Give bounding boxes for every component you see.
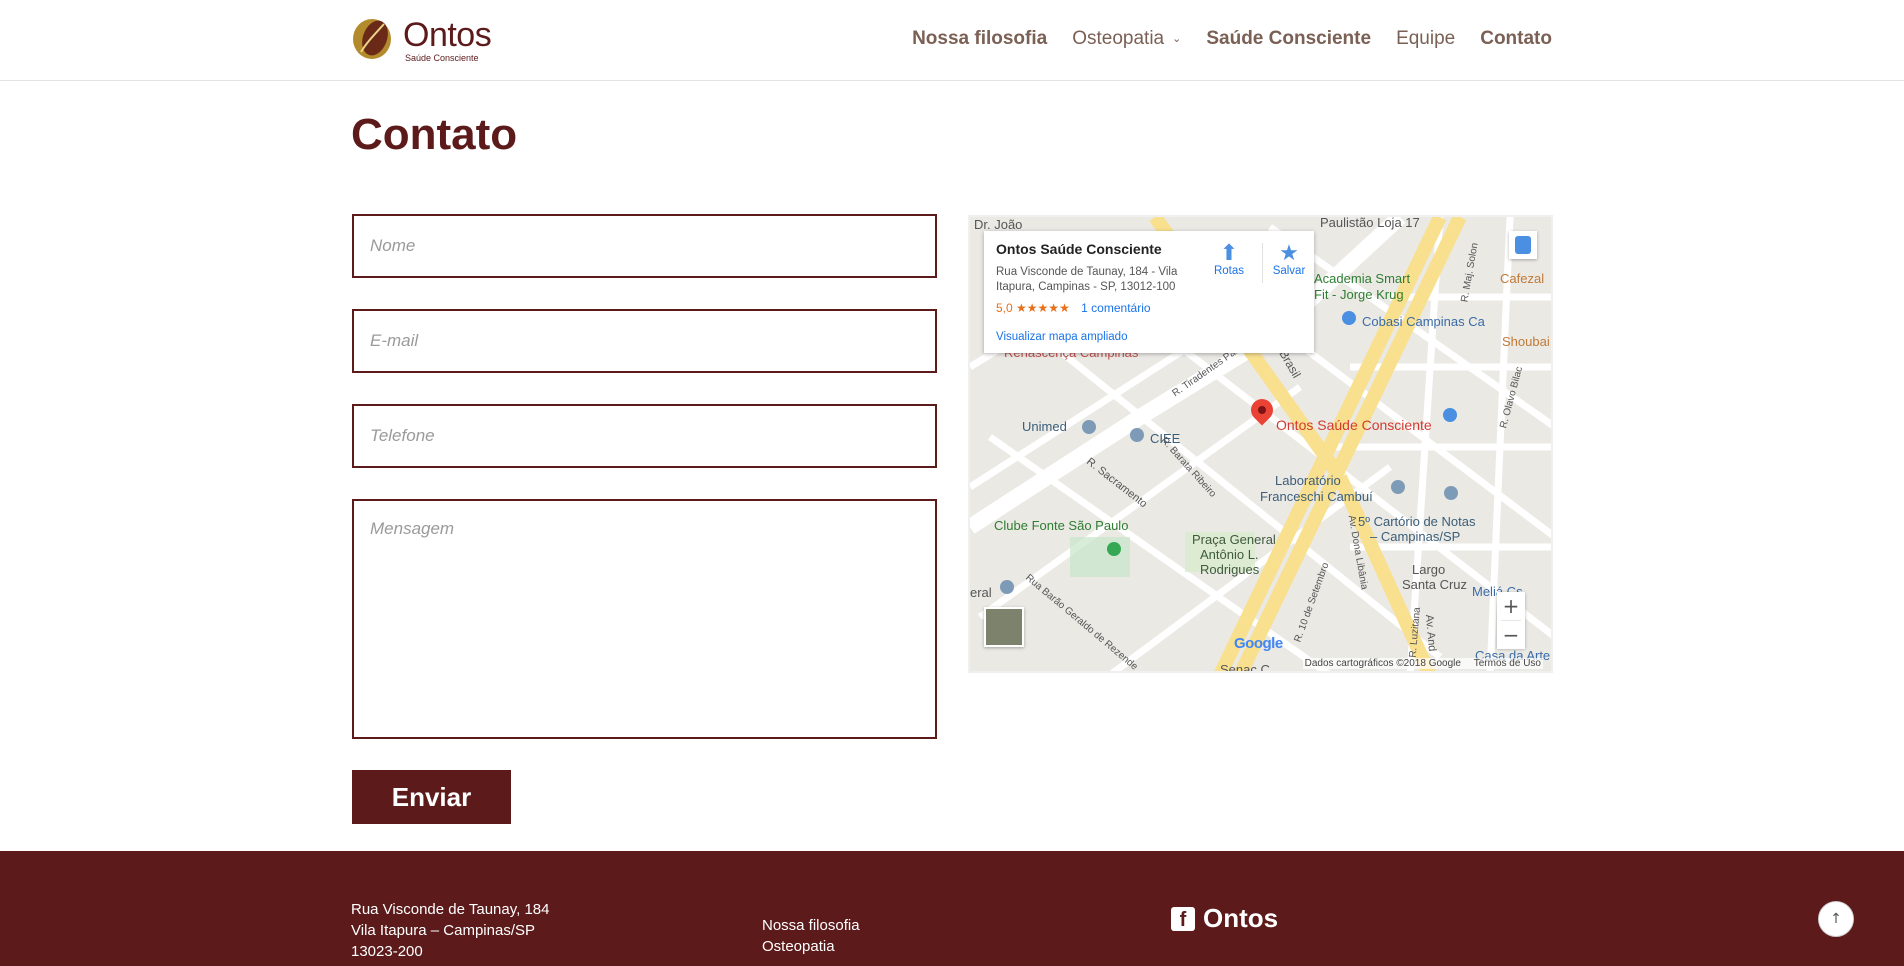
map-label: Dr. João <box>974 217 1023 232</box>
zoom-control: + − <box>1497 592 1525 649</box>
footer-link-osteopatia[interactable]: Osteopatia <box>762 936 860 957</box>
poi-marker[interactable] <box>1107 542 1121 556</box>
place-rating: 5,0 ★★★★★ 1 comentário <box>996 301 1302 315</box>
directions-icon: ⬆ <box>1219 240 1239 265</box>
facebook-label: Ontos <box>1203 903 1279 933</box>
map-label: Cafezal <box>1500 271 1545 286</box>
map-label: Cobasi Campinas Ca <box>1362 314 1485 329</box>
poi-marker[interactable] <box>1444 486 1458 500</box>
map-info-window: Ontos Saúde Consciente Rua Visconde de T… <box>984 231 1314 353</box>
logo-icon <box>353 19 391 59</box>
map-label: Largo <box>1412 562 1446 577</box>
facebook-link[interactable]: f Ontos <box>1171 903 1278 934</box>
poi-marker[interactable] <box>1342 311 1356 325</box>
map-label: Unimed <box>1022 419 1067 434</box>
map-label: Rodrigues <box>1200 562 1260 577</box>
google-logo: Google <box>1234 635 1283 652</box>
directions-label: Rotas <box>1213 265 1245 277</box>
map-label: Franceschi Cambuí <box>1260 489 1373 504</box>
nav-item-equipe[interactable]: Equipe <box>1396 28 1455 50</box>
divider <box>1262 243 1263 283</box>
name-field[interactable] <box>352 214 937 278</box>
save-button[interactable]: ★ Salvar <box>1264 240 1314 278</box>
footer-address: Rua Visconde de Taunay, 184 Vila Itapura… <box>351 899 550 962</box>
poi-marker[interactable] <box>1443 408 1457 422</box>
nav-item-contato[interactable]: Contato <box>1480 28 1552 50</box>
footer-link-nossa-filosofia[interactable]: Nossa filosofia <box>762 915 860 936</box>
map-label: Santa Cruz <box>1402 577 1468 592</box>
phone-field[interactable] <box>352 404 937 468</box>
nav-item-label: Osteopatia <box>1072 28 1165 49</box>
address-line: Vila Itapura – Campinas/SP <box>351 922 535 939</box>
nav-item-saude-consciente[interactable]: Saúde Consciente <box>1206 28 1371 50</box>
brand-logo[interactable]: Ontos Saúde Consciente <box>351 16 501 64</box>
rating-value: 5,0 <box>996 301 1013 315</box>
larger-map-link[interactable]: Visualizar mapa ampliado <box>996 331 1127 343</box>
nav-item-osteopatia[interactable]: Osteopatia ⌄ <box>1072 28 1181 50</box>
site-footer: Rua Visconde de Taunay, 184 Vila Itapura… <box>0 851 1904 966</box>
google-map[interactable]: Dr. João Paulistão Loja 17 Renascença Ca… <box>968 215 1553 673</box>
street-view-button[interactable] <box>1509 231 1537 259</box>
terms-link[interactable]: Termos de Uso <box>1474 658 1541 669</box>
poi-marker[interactable] <box>1130 428 1144 442</box>
rating-stars: ★★★★★ <box>1016 301 1070 315</box>
map-label: Shoubai <box>1502 334 1550 349</box>
zoom-out-button[interactable]: − <box>1497 621 1525 649</box>
brand-name: Ontos <box>403 16 492 54</box>
main-nav: Nossa filosofia Osteopatia ⌄ Saúde Consci… <box>912 28 1552 50</box>
email-field[interactable] <box>352 309 937 373</box>
chevron-down-icon: ⌄ <box>1172 33 1182 46</box>
map-label: Academia Smart <box>1314 271 1411 286</box>
page-title: Contato <box>351 110 518 159</box>
map-label: 5º Cartório de Notas <box>1358 514 1476 529</box>
poi-marker[interactable] <box>1391 480 1405 494</box>
map-label: Senac C <box>1220 662 1270 673</box>
address-line: 13023-200 <box>351 943 423 960</box>
site-header: Ontos Saúde Consciente Nossa filosofia O… <box>0 0 1904 81</box>
star-icon: ★ <box>1279 240 1299 265</box>
pin-label: Ontos Saúde Consciente <box>1276 417 1432 433</box>
map-label: Clube Fonte São Paulo <box>994 518 1129 533</box>
reviews-link[interactable]: 1 comentário <box>1081 301 1150 315</box>
map-label: Laboratório <box>1275 473 1341 488</box>
map-label: Praça General <box>1192 532 1276 547</box>
map-attribution: Dados cartográficos ©2018 Google Termos … <box>1302 658 1543 669</box>
pegman-icon <box>1515 236 1531 254</box>
back-to-top-button[interactable]: ↑ <box>1818 901 1854 937</box>
attribution-text: Dados cartográficos ©2018 Google <box>1304 658 1461 669</box>
poi-marker[interactable] <box>1082 420 1096 434</box>
place-address: Rua Visconde de Taunay, 184 - Vila Itapu… <box>996 266 1178 293</box>
map-label: eral <box>970 585 992 600</box>
zoom-in-button[interactable]: + <box>1497 592 1525 620</box>
map-label: Antônio L. <box>1200 547 1259 562</box>
place-name: Ontos Saúde Consciente <box>996 241 1162 257</box>
map-label: – Campinas/SP <box>1370 529 1461 544</box>
facebook-icon: f <box>1171 906 1195 931</box>
save-label: Salvar <box>1272 265 1306 277</box>
nav-item-nossa-filosofia[interactable]: Nossa filosofia <box>912 28 1047 50</box>
poi-marker[interactable] <box>1000 580 1014 594</box>
map-label: Fit - Jorge Krug <box>1314 287 1404 302</box>
map-label: Paulistão Loja 17 <box>1320 215 1420 230</box>
send-button[interactable]: Enviar <box>352 770 511 824</box>
message-field[interactable] <box>352 499 937 739</box>
address-line: Rua Visconde de Taunay, 184 <box>351 901 550 918</box>
brand-tagline: Saúde Consciente <box>405 53 479 63</box>
directions-button[interactable]: ⬆ Rotas <box>1204 240 1254 278</box>
satellite-toggle[interactable] <box>984 607 1024 647</box>
footer-nav: Nossa filosofia Osteopatia <box>762 915 860 957</box>
